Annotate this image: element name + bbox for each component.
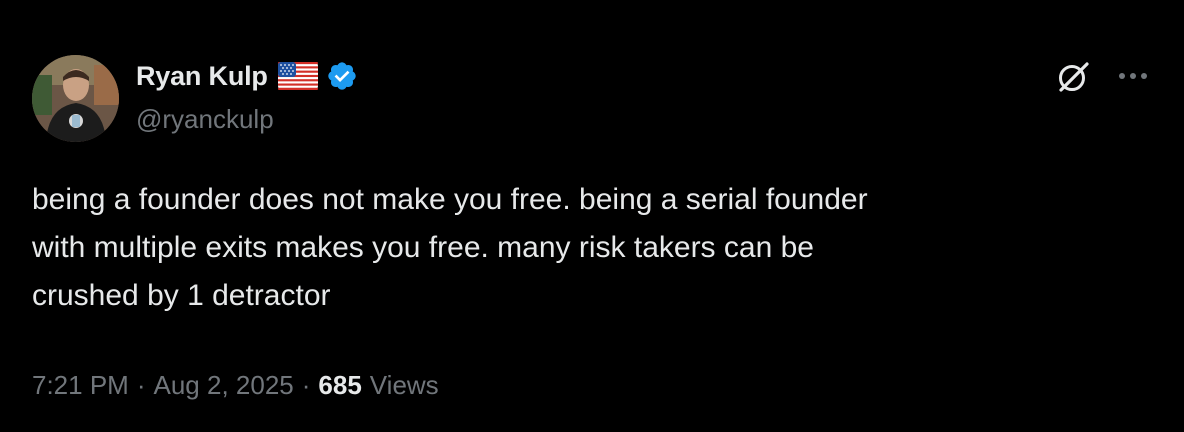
views-count[interactable]: 685 [318, 370, 361, 401]
author-handle[interactable]: @ryanckulp [136, 104, 274, 135]
tweet-text: being a founder does not make you free. … [32, 183, 868, 312]
verified-badge-icon[interactable] [326, 60, 358, 92]
tweet-meta: 7:21 PM · Aug 2, 2025 · 685 Views [32, 370, 439, 401]
more-options-icon[interactable] [1113, 62, 1153, 90]
us-flag-icon [277, 62, 318, 90]
tweet-card: Ryan Kulp @ryanckulp being a founder doe… [0, 0, 1184, 432]
meta-separator: · [136, 370, 146, 400]
views-label: Views [369, 370, 439, 400]
tweet-date[interactable]: Aug 2, 2025 [154, 370, 294, 401]
author-display-name[interactable]: Ryan Kulp [136, 61, 268, 92]
meta-separator: · [301, 370, 311, 400]
avatar[interactable] [32, 55, 119, 142]
grok-icon[interactable] [1054, 58, 1092, 96]
author-name-row: Ryan Kulp [136, 58, 358, 94]
tweet-time[interactable]: 7:21 PM [32, 370, 129, 401]
